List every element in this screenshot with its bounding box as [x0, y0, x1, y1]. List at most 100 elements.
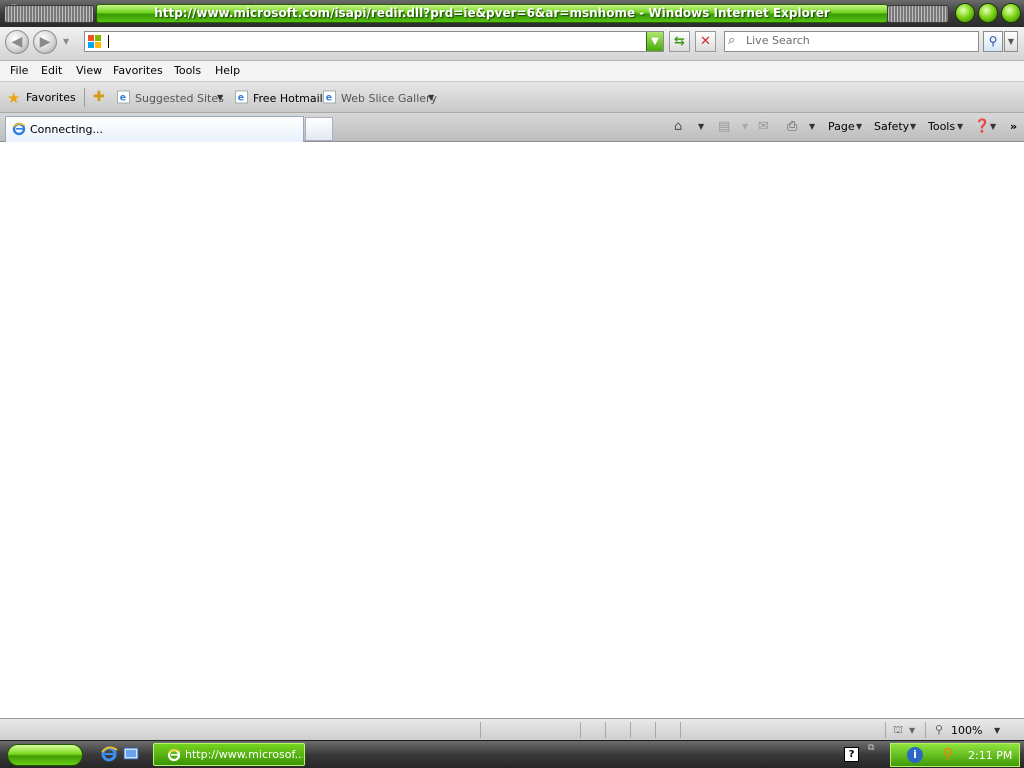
chevron-down-icon[interactable]: ▼ — [957, 122, 963, 131]
hotmail-icon: e — [235, 90, 248, 104]
stop-button[interactable]: ✕ — [695, 31, 716, 52]
chevron-down-icon[interactable]: ▼ — [742, 122, 748, 131]
chevron-down-icon[interactable]: ▼ — [910, 122, 916, 131]
link-suggested-sites[interactable]: Suggested Sites — [135, 92, 224, 105]
favorites-separator — [84, 88, 85, 107]
search-tray-icon[interactable]: ⚲ — [943, 746, 953, 762]
chevron-down-icon: ▼ — [1007, 37, 1015, 46]
svg-text:e: e — [326, 93, 332, 104]
favorites-button[interactable]: Favorites — [26, 91, 76, 104]
svg-text:e: e — [238, 93, 244, 104]
address-input[interactable]: ▼ — [84, 31, 664, 52]
status-divider — [655, 722, 656, 738]
internet-explorer-icon — [12, 122, 26, 136]
safety-menu[interactable]: Safety — [874, 120, 909, 133]
search-input[interactable]: ⌕ Live Search — [724, 31, 979, 52]
forward-arrow-icon: ▶ — [39, 34, 51, 50]
link-web-slice-gallery[interactable]: Web Slice Gallery — [341, 92, 437, 105]
chevron-down-icon[interactable]: ▼ — [856, 122, 862, 131]
menu-view[interactable]: View — [76, 64, 102, 77]
stop-icon: ✕ — [700, 34, 711, 49]
favorites-star-icon: ★ — [7, 89, 21, 107]
tab-title: Connecting... — [30, 123, 103, 136]
chevron-down-icon[interactable]: ▼ — [809, 122, 815, 131]
text-cursor — [108, 35, 109, 48]
new-tab-button[interactable] — [305, 117, 333, 141]
help-icon[interactable]: ❓ — [974, 119, 990, 134]
taskbar-window-title: http://www.microsof... — [185, 748, 303, 761]
internet-explorer-icon[interactable] — [100, 745, 118, 763]
chevron-down-icon[interactable]: ▼ — [698, 122, 704, 131]
show-desktop-icon[interactable] — [122, 745, 140, 763]
status-divider — [680, 722, 681, 738]
title-bar[interactable]: http://www.microsoft.com/isapi/redir.dll… — [0, 0, 1024, 27]
chevron-down-icon[interactable]: ▼ — [428, 93, 434, 102]
page-menu[interactable]: Page — [828, 120, 855, 133]
taskbar-ie-window[interactable]: http://www.microsof... — [153, 743, 305, 766]
menu-bar: File Edit View Favorites Tools Help — [0, 61, 1024, 82]
menu-help[interactable]: Help — [215, 64, 240, 77]
start-button[interactable] — [7, 744, 83, 766]
chevron-down-icon[interactable]: ▼ — [909, 726, 915, 735]
add-to-favorites-icon[interactable]: ✚ — [93, 89, 105, 105]
maximize-button[interactable] — [978, 3, 998, 23]
minimize-button[interactable] — [955, 3, 975, 23]
forward-button[interactable]: ▶ — [33, 30, 57, 54]
status-bar: ⛫ ▼ ⚲ 100% ▼ — [0, 718, 1024, 740]
search-options-dropdown[interactable]: ▼ — [1004, 31, 1018, 52]
search-placeholder: Live Search — [746, 34, 810, 47]
taskbar: http://www.microsof... ? ⧉ i ⚲ 2:11 PM — [0, 740, 1024, 768]
zoom-level[interactable]: 100% — [951, 724, 982, 737]
refresh-icon: ⇆ — [674, 34, 685, 49]
mail-icon[interactable]: ✉ — [758, 119, 769, 134]
status-divider — [925, 722, 926, 738]
search-button[interactable]: ⚲ — [983, 31, 1003, 52]
status-divider — [630, 722, 631, 738]
navigation-bar: ◀ ▶ ▼ ▼ ⇆ ✕ ⌕ Live Search ⚲ ▼ — [0, 27, 1024, 61]
internet-explorer-icon — [167, 748, 181, 762]
tab-connecting[interactable]: Connecting... — [5, 116, 304, 142]
info-icon[interactable]: i — [907, 747, 923, 763]
back-arrow-icon: ◀ — [11, 34, 23, 50]
menu-favorites[interactable]: Favorites — [113, 64, 163, 77]
favorites-bar: ★ Favorites ✚ e Suggested Sites ▼ e Free… — [0, 82, 1024, 113]
back-button[interactable]: ◀ — [5, 30, 29, 54]
print-icon[interactable]: ⎙ — [787, 119, 797, 134]
feeds-icon[interactable]: ▤ — [718, 119, 730, 134]
network-icon[interactable]: ⧉ — [868, 743, 874, 753]
web-slice-icon: e — [323, 90, 336, 104]
magnifier-icon: ⚲ — [988, 34, 998, 48]
tab-bar: Connecting... ⌂ ▼ ▤ ▼ ✉ ⎙ ▼ Page ▼ Safet… — [0, 113, 1024, 142]
suggested-sites-icon: e — [117, 90, 130, 104]
window-title: http://www.microsoft.com/isapi/redir.dll… — [154, 6, 830, 20]
zoom-dropdown[interactable]: ▼ — [994, 726, 1000, 735]
page-content[interactable] — [0, 142, 1024, 718]
status-divider — [605, 722, 606, 738]
windows-logo-icon — [88, 35, 102, 49]
system-tray: i ⚲ 2:11 PM — [890, 743, 1020, 767]
status-divider — [580, 722, 581, 738]
recent-pages-dropdown[interactable]: ▼ — [63, 37, 69, 46]
link-free-hotmail[interactable]: Free Hotmail — [253, 92, 323, 105]
chevron-down-icon[interactable]: ▼ — [217, 93, 223, 102]
refresh-button[interactable]: ⇆ — [669, 31, 690, 52]
svg-text:e: e — [120, 93, 126, 104]
help-question-icon[interactable]: ? — [844, 747, 859, 762]
menu-tools[interactable]: Tools — [174, 64, 201, 77]
status-divider — [885, 722, 886, 738]
chevron-down-icon: ▼ — [651, 36, 659, 47]
zoom-icon[interactable]: ⚲ — [935, 723, 943, 736]
clock[interactable]: 2:11 PM — [968, 749, 1012, 762]
search-icon: ⌕ — [728, 33, 736, 48]
chevron-down-icon[interactable]: ▼ — [990, 122, 996, 131]
security-zone-icon[interactable]: ⛫ — [893, 723, 903, 738]
menu-edit[interactable]: Edit — [41, 64, 62, 77]
close-button[interactable] — [1001, 3, 1021, 23]
menu-file[interactable]: File — [10, 64, 28, 77]
address-dropdown-button[interactable]: ▼ — [646, 32, 663, 51]
more-commands-button[interactable]: » — [1010, 120, 1017, 133]
tools-menu[interactable]: Tools — [928, 120, 955, 133]
status-divider — [480, 722, 481, 738]
home-icon[interactable]: ⌂ — [674, 119, 682, 134]
title-grip-right — [887, 5, 949, 23]
